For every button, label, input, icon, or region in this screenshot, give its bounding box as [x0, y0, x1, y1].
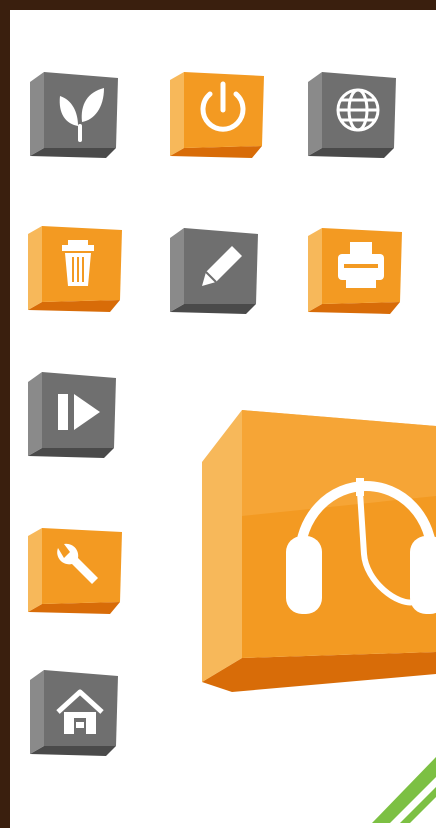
- headphones-icon: [202, 406, 436, 696]
- leaf-icon: [30, 68, 120, 164]
- icon-canvas: [10, 10, 436, 828]
- globe-icon: [308, 68, 398, 164]
- wrench-icon: [28, 522, 124, 618]
- play-pause-icon: [28, 368, 118, 464]
- pencil-icon: [170, 224, 260, 320]
- printer-icon: [308, 222, 404, 318]
- green-stripe: [346, 733, 436, 828]
- power-icon: [170, 66, 266, 162]
- trash-icon: [28, 220, 124, 316]
- home-icon: [30, 666, 120, 762]
